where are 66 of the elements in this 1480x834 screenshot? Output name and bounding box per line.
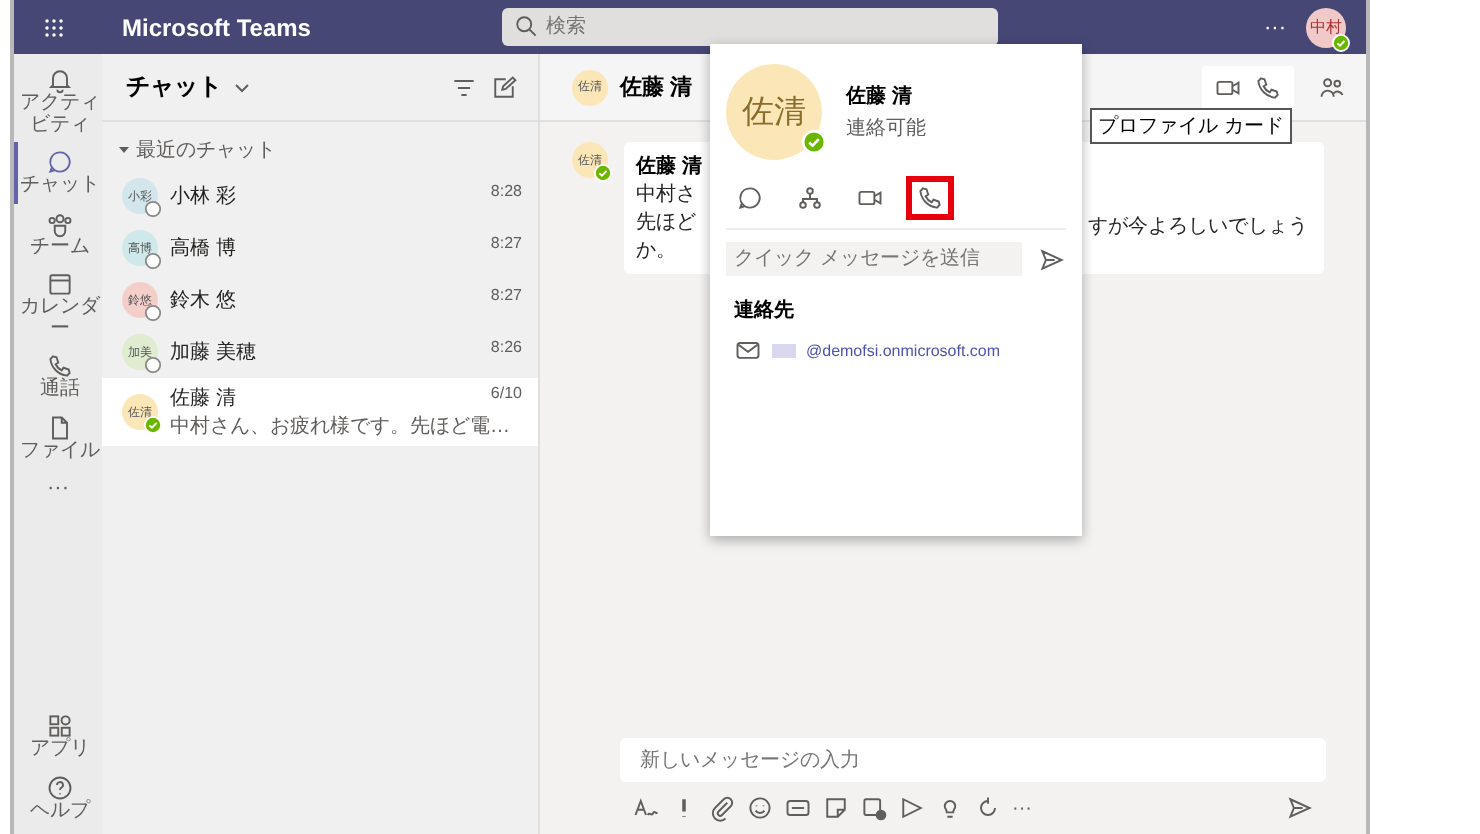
presence-status: 連絡可能 xyxy=(846,115,926,142)
profile-name: 佐藤 清 xyxy=(846,83,914,110)
app-title: Microsoft Teams xyxy=(120,13,313,41)
contact-heading: 連絡先 xyxy=(734,297,796,324)
send-icon[interactable] xyxy=(1038,245,1066,273)
chat-time: 8:27 xyxy=(490,234,522,256)
contact-name: 高橋 博 xyxy=(170,235,236,262)
bell-icon xyxy=(46,66,74,94)
message-text: か。 xyxy=(636,238,678,264)
user-avatar[interactable]: 中村 xyxy=(1306,7,1346,47)
participants-icon[interactable] xyxy=(1318,73,1346,101)
call-icon xyxy=(916,184,944,212)
sticker-icon[interactable] xyxy=(822,794,850,822)
rail-item[interactable]: ヘルプ xyxy=(14,767,102,828)
chat-time: 8:28 xyxy=(490,182,522,204)
help-icon xyxy=(46,773,74,801)
message-text: 先ほど xyxy=(636,209,698,236)
more-apps-button[interactable]: ··· xyxy=(47,476,69,500)
chat-time: 6/10 xyxy=(490,384,522,406)
app-launcher-icon xyxy=(40,13,68,41)
rail-item[interactable]: 通話 xyxy=(14,346,102,407)
chat-icon xyxy=(736,184,764,212)
more-options-button[interactable]: ··· xyxy=(1012,797,1032,819)
redacted-block xyxy=(772,343,796,357)
conversation-title: 佐藤 清 xyxy=(620,73,693,102)
message-preview: 中村さん、お疲れ様です。先ほど電… xyxy=(170,413,512,440)
team-icon xyxy=(46,209,74,237)
file-icon xyxy=(46,413,74,441)
call-icon xyxy=(46,352,74,380)
chat-time: 8:27 xyxy=(490,286,522,308)
contact-name: 佐藤 清 xyxy=(170,385,236,412)
chat-icon xyxy=(46,148,74,176)
audio-call-icon[interactable] xyxy=(1254,73,1282,101)
message-text: 中村さ xyxy=(636,181,698,208)
send-icon[interactable] xyxy=(1286,794,1314,822)
apps-icon xyxy=(46,712,74,740)
profile-action-button[interactable] xyxy=(906,176,954,220)
rail-item[interactable]: チーム xyxy=(14,203,102,264)
quick-message-field[interactable]: クイック メッセージを送信 xyxy=(726,242,1022,276)
emoji-icon[interactable] xyxy=(746,794,774,822)
sender-name: 佐藤 清 xyxy=(636,153,704,180)
rail-item[interactable]: ファイル xyxy=(14,407,102,468)
chevron-down-icon[interactable] xyxy=(234,79,250,95)
org-icon xyxy=(796,184,824,212)
profile-avatar: 佐清 xyxy=(726,64,822,160)
message-input[interactable]: 新しいメッセージの入力 xyxy=(620,738,1326,782)
mail-icon xyxy=(734,336,762,364)
contact-name: 加藤 美穂 xyxy=(170,339,256,366)
rail-item[interactable]: アプリ xyxy=(14,706,102,767)
clip-icon[interactable] xyxy=(708,794,736,822)
email-link[interactable]: @demofsi.onmicrosoft.com xyxy=(806,341,1001,359)
search-icon xyxy=(512,12,540,40)
calendar-icon xyxy=(46,270,74,298)
section-header[interactable]: 最近のチャット xyxy=(136,136,276,164)
search-field[interactable]: 検索 xyxy=(502,8,998,46)
contact-name: 小林 彩 xyxy=(170,183,236,210)
message-text: すが今よろしいでしょう xyxy=(1088,214,1308,240)
new-chat-icon[interactable] xyxy=(490,73,518,101)
rail-item[interactable]: アクティビティ xyxy=(14,60,102,142)
more-button[interactable]: ··· xyxy=(1264,15,1286,39)
chat-time: 8:26 xyxy=(490,338,522,360)
contact-name: 鈴木 悠 xyxy=(170,287,236,314)
caret-icon[interactable] xyxy=(118,144,130,156)
tooltip: プロファイル カード xyxy=(1090,108,1292,144)
chat-list-title[interactable]: チャット xyxy=(126,70,222,104)
rail-item[interactable]: カレンダー xyxy=(14,264,102,346)
